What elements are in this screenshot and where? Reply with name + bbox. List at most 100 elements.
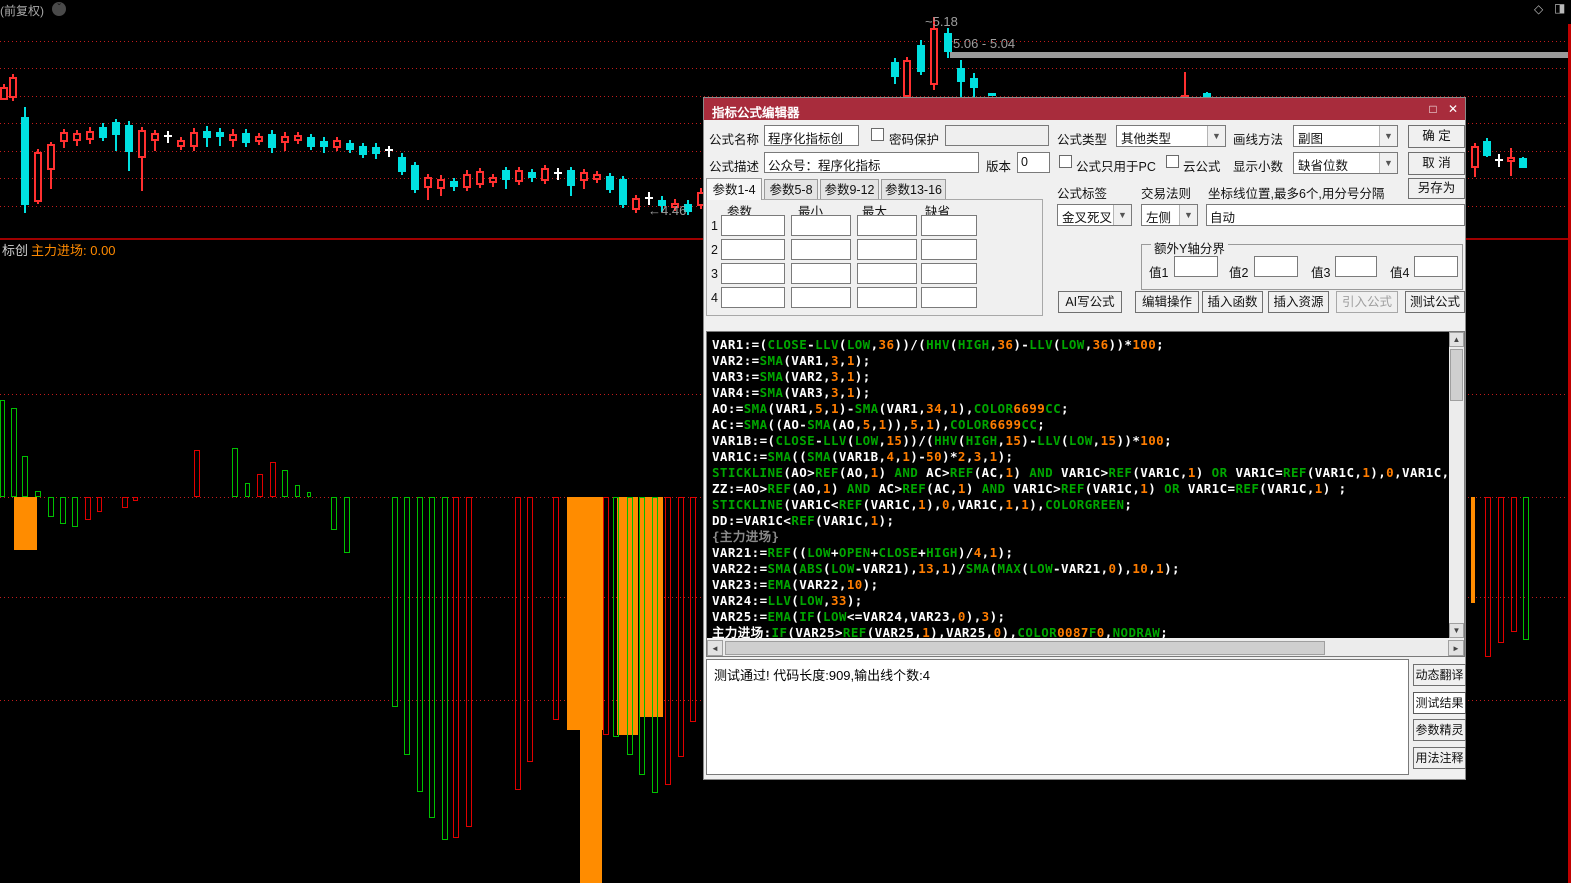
hist-bar-up [442,497,448,840]
candle-body-up [86,131,94,140]
dropdown-arrow-icon[interactable]: ▼ [1207,126,1225,146]
close-icon[interactable]: ✕ [1445,101,1461,117]
version-input[interactable]: 0 [1017,152,1050,173]
param-cell-input[interactable] [721,263,785,284]
dropdown-arrow-icon[interactable]: ▼ [1179,205,1197,225]
tab-params-13-16[interactable]: 参数13-16 [881,179,946,200]
scroll-up-icon[interactable]: ▲ [1449,332,1464,347]
code-horizontal-scrollbar[interactable]: ◄ ► [707,640,1464,656]
ok-button[interactable]: 确 定 [1408,125,1465,148]
test-formula-button[interactable]: 测试公式 [1405,291,1465,313]
hist-bar-up [429,497,435,818]
scroll-left-icon[interactable]: ◄ [707,640,723,656]
value2-label: 值2 [1229,262,1248,281]
candle-body-up [9,77,17,98]
price-range-bar [950,52,1571,58]
ai-write-formula-button[interactable]: AI写公式 [1058,291,1122,313]
edit-operation-button[interactable]: 编辑操作 [1135,291,1199,313]
insert-function-button[interactable]: 插入函数 [1202,291,1263,313]
candle-body-up [0,87,8,100]
code-editor[interactable]: VAR1:=(CLOSE-LLV(LOW,36))/(HHV(HIGH,36)-… [706,331,1465,657]
candle-body-up [229,134,237,141]
insert-resource-button[interactable]: 插入资源 [1268,291,1329,313]
candle-body-down [112,122,120,135]
decimals-select[interactable]: 缺省位数 ▼ [1293,152,1398,174]
candle-body-up [930,28,938,85]
param-cell-input[interactable] [721,287,785,308]
hist-bar-up [1523,497,1529,640]
param-cell-input[interactable] [857,239,917,260]
hist-bar-down [466,497,472,827]
chevron-down-badge-icon[interactable]: ˇ [52,2,66,16]
code-vertical-scrollbar[interactable]: ▲ ▼ [1449,332,1464,638]
param-cell-input[interactable] [721,215,785,236]
param-cell-input[interactable] [921,215,977,236]
param-cell-input[interactable] [721,239,785,260]
param-cell-input[interactable] [857,263,917,284]
dropdown-arrow-icon[interactable]: ▼ [1113,205,1131,225]
candle-body-up [190,132,198,147]
param-cell-input[interactable] [791,215,851,236]
candle-body-down [450,181,458,187]
axis-position-input[interactable]: 自动 [1206,204,1465,226]
candle-wick [219,128,221,146]
dialog-titlebar[interactable]: 指标公式编辑器 □ ✕ [704,98,1465,120]
formula-desc-label: 公式描述 [709,156,759,175]
password-protect-checkbox[interactable] [871,128,884,141]
scroll-down-icon[interactable]: ▼ [1449,623,1464,638]
formula-name-input[interactable]: 程序化指标创 [764,125,859,146]
param-cell-input[interactable] [921,239,977,260]
cancel-button[interactable]: 取 消 [1408,152,1465,175]
candle-body-down [346,143,354,150]
tab-params-9-12[interactable]: 参数9-12 [820,179,879,200]
formula-type-select[interactable]: 其他类型 ▼ [1116,125,1226,147]
value2-input[interactable] [1254,256,1298,277]
test-result-button[interactable]: 测试结果 [1413,692,1466,714]
pc-only-checkbox[interactable] [1059,155,1072,168]
param-wizard-button[interactable]: 参数精灵 [1413,719,1466,741]
split-screen-icon[interactable]: ◨ [1554,1,1565,15]
formula-tag-select[interactable]: 金叉死叉 ▼ [1057,204,1132,226]
screen: ~5.185.06 - 5.04←4.46 (前复权) ˇ ◇ ◨ 标创 主力进… [0,0,1571,883]
hist-bar-down [453,497,459,838]
save-as-button[interactable]: 另存为 [1408,178,1465,199]
hist-bar-up [344,497,350,553]
hist-bar-up [404,497,410,755]
param-cell-input[interactable] [791,263,851,284]
hist-bar-up [417,497,423,792]
hist-bar-down [270,462,276,497]
price-annotation: ~5.18 [925,14,1045,30]
candle-body-down [411,165,419,190]
value1-input[interactable] [1174,256,1218,277]
usage-notes-button[interactable]: 用法注释 [1413,747,1466,769]
scroll-right-icon[interactable]: ► [1448,640,1464,656]
param-cell-input[interactable] [791,287,851,308]
candle-body-down [359,146,367,155]
cloud-formula-checkbox[interactable] [1166,155,1179,168]
minimize-icon[interactable]: □ [1425,101,1441,117]
dropdown-arrow-icon[interactable]: ▼ [1379,126,1397,146]
password-input[interactable] [945,125,1049,146]
tab-params-1-4[interactable]: 参数1-4 [706,178,762,200]
horizontal-scroll-thumb[interactable] [725,641,1325,655]
dynamic-translate-button[interactable]: 动态翻译 [1413,664,1466,686]
param-cell-input[interactable] [791,239,851,260]
param-cell-input[interactable] [921,287,977,308]
param-cell-input[interactable] [857,287,917,308]
formula-desc-input[interactable]: 公众号：程序化指标 [764,152,979,173]
diamond-icon[interactable]: ◇ [1534,2,1543,16]
draw-method-select[interactable]: 副图 ▼ [1293,125,1398,147]
param-cell-input[interactable] [921,263,977,284]
vertical-scroll-thumb[interactable] [1450,349,1463,401]
dropdown-arrow-icon[interactable]: ▼ [1379,153,1397,173]
value4-label: 值4 [1390,262,1409,281]
draw-method-value: 副图 [1298,128,1323,147]
test-output-box[interactable]: 测试通过! 代码长度:909,输出线个数:4 [706,659,1409,775]
tab-params-5-8[interactable]: 参数5-8 [764,179,818,200]
trade-rule-select[interactable]: 左侧 ▼ [1141,204,1198,226]
param-cell-input[interactable] [857,215,917,236]
value3-input[interactable] [1335,256,1377,277]
value4-input[interactable] [1414,256,1458,277]
candle-body-up [34,152,42,202]
code-editor-text-area[interactable]: VAR1:=(CLOSE-LLV(LOW,36))/(HHV(HIGH,36)-… [707,332,1449,638]
